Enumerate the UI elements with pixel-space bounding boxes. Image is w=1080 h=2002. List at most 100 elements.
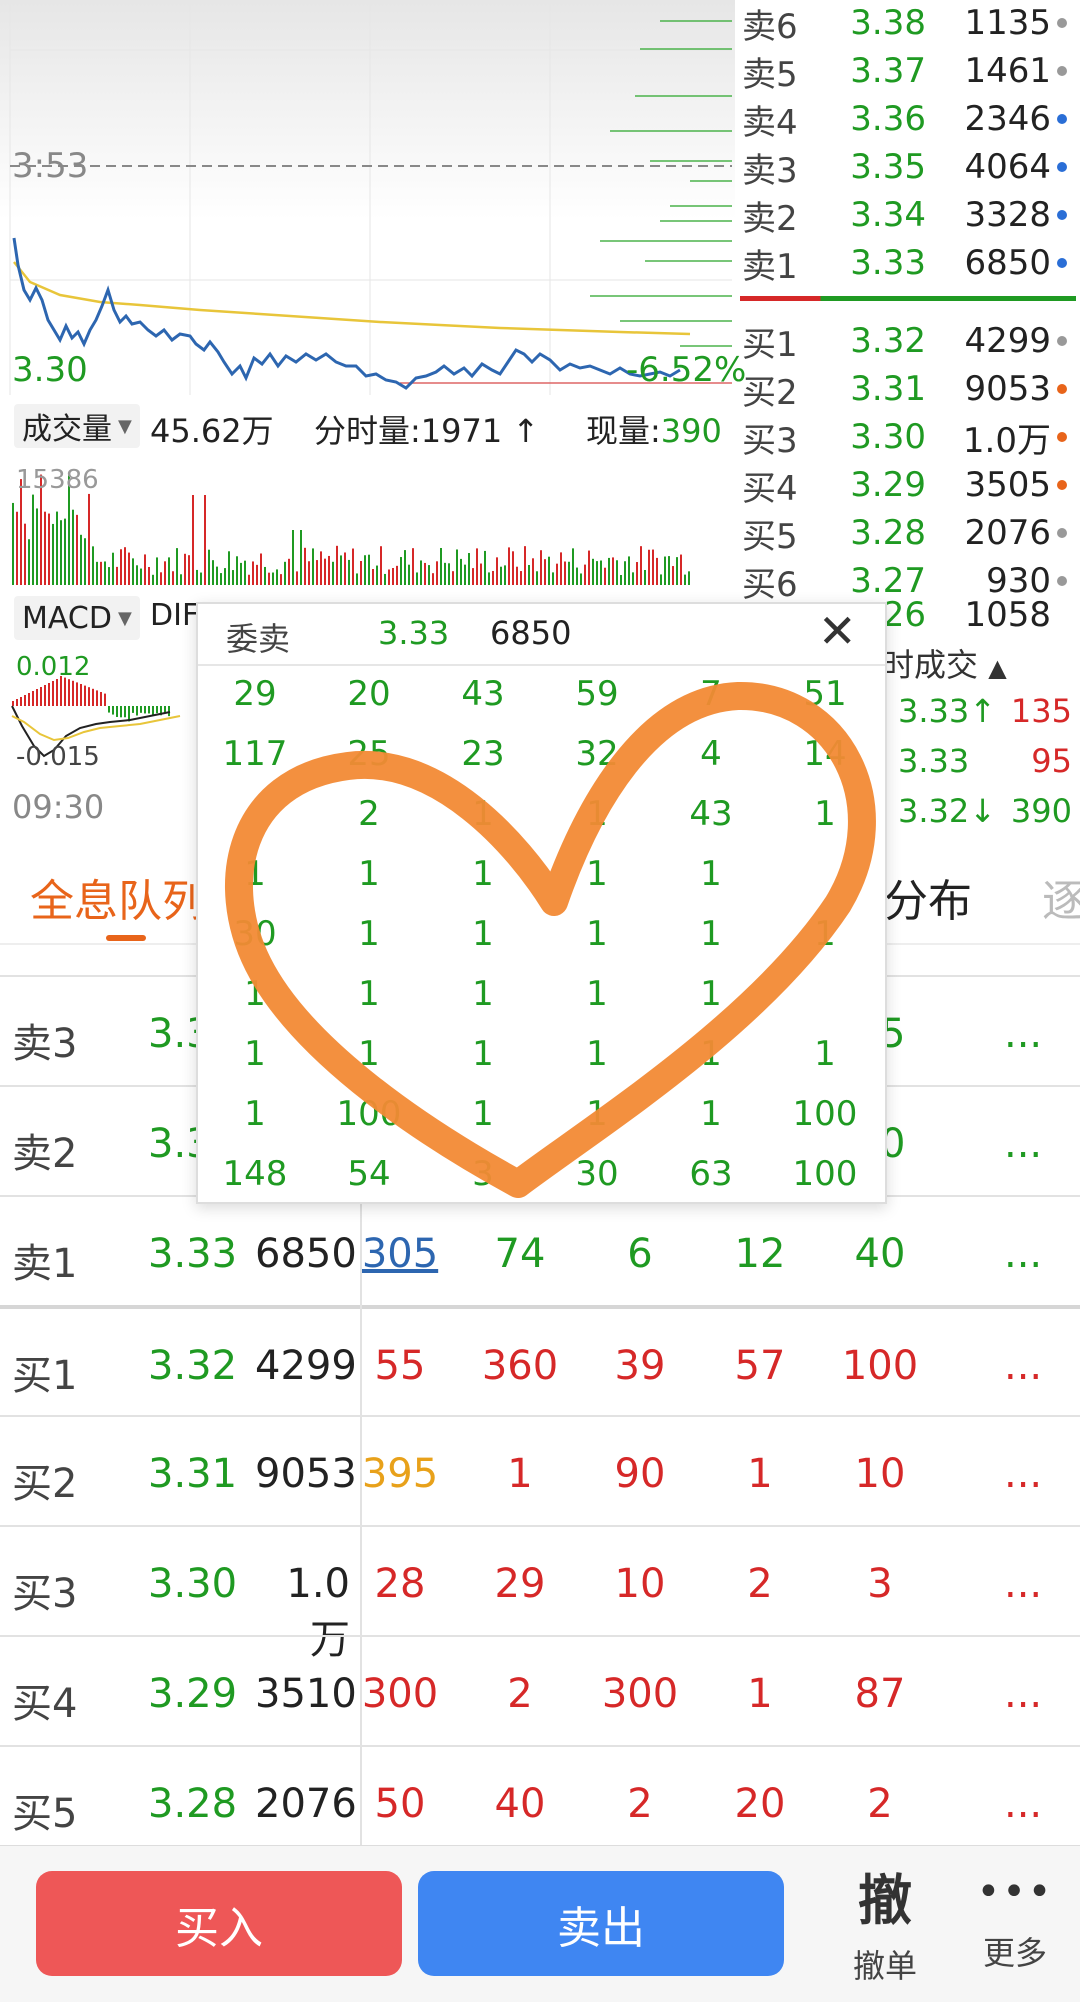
volume-bar (252, 561, 254, 585)
macd-bar (16, 699, 18, 706)
bid-row[interactable]: 买5 3.28 2076 (742, 510, 1067, 557)
queue-order-qty: 10 (854, 1451, 906, 1497)
ask-row[interactable]: 卖3 3.35 4064 (742, 144, 1067, 191)
tab-queue[interactable]: 全息队列 (30, 865, 206, 929)
volume-bar (96, 561, 98, 585)
ob-level-price: 3.36 (850, 99, 926, 139)
depth-level-label: 买1 (12, 1353, 78, 1399)
depth-more-link[interactable]: ... (1004, 1343, 1042, 1389)
macd-bar (136, 706, 138, 716)
bid-row[interactable]: 买4 3.29 3505 (742, 462, 1067, 509)
bid-row[interactable]: 买6 3.27 930 (742, 558, 1067, 605)
depth-more-link[interactable]: ... (1004, 1671, 1042, 1717)
depth-row[interactable]: 买2 3.31 9053 395 1 90 1 10... (0, 1415, 1080, 1527)
volume-bar (120, 549, 122, 585)
more-button[interactable]: ••• 更多 (960, 1856, 1070, 1996)
volume-bar (420, 560, 422, 585)
volume-bar (612, 557, 614, 585)
ask-row[interactable]: 卖2 3.34 3328 (742, 192, 1067, 239)
sell-button[interactable]: 卖出 (418, 1871, 784, 1976)
volume-bar (280, 574, 282, 585)
ask-queue-popup[interactable]: 委卖 3.33 6850 ✕ 29 20 43 59 7 51 117 25 23 32 4 14 2 1… (196, 602, 887, 1204)
dif-label: DIF (150, 598, 200, 633)
ob-level-volume: 6850 (964, 243, 1051, 283)
price-line (12, 237, 681, 390)
buy-button[interactable]: 买入 (36, 1871, 402, 1976)
volume-bar (296, 571, 298, 585)
bid-row[interactable]: 买2 3.31 9053 (742, 366, 1067, 413)
volume-bar (248, 574, 250, 585)
queue-order-qty: 57 (734, 1343, 786, 1389)
volume-bar (360, 560, 362, 585)
ob-level-label: 买3 (742, 420, 798, 461)
volume-bar (452, 571, 454, 585)
volume-bar (332, 561, 334, 585)
volume-bar (588, 550, 590, 585)
price-chart (0, 0, 735, 395)
volume-indicator-label: 成交量 (22, 412, 112, 447)
volume-bar (684, 574, 686, 585)
macd-bar (152, 706, 154, 716)
depth-more-link[interactable]: ... (1004, 1011, 1042, 1057)
ob-level-label: 卖6 (742, 6, 798, 47)
volume-bar (600, 560, 602, 585)
volume-bar (484, 550, 486, 585)
more-label: 更多 (982, 1934, 1047, 1972)
trade-volume: 95 (1031, 742, 1072, 780)
volume-bar (584, 564, 586, 585)
volume-bar (52, 523, 54, 585)
volume-bar (424, 562, 426, 585)
volume-bar (56, 511, 58, 585)
volume-bar (12, 502, 14, 585)
volume-bar (340, 555, 342, 585)
ob-level-label: 卖4 (742, 102, 798, 143)
depth-more-link[interactable]: ... (1004, 1451, 1042, 1497)
macd-indicator-selector[interactable]: MACD ▼ (14, 596, 140, 640)
cancel-order-label: 撤单 (852, 1947, 917, 1985)
trade-price: 3.33↑ (898, 692, 997, 730)
ob-level-label: 买6 (742, 564, 798, 605)
tab-tick-by-tick[interactable]: 逐 (1042, 865, 1080, 929)
volume-bar (624, 561, 626, 585)
volume-bar (180, 574, 182, 585)
ob-level-volume: 4299 (964, 321, 1051, 361)
ask-row[interactable]: 卖1 3.33 6850 (742, 240, 1067, 287)
time-start-label: 09:30 (12, 788, 105, 826)
depth-more-link[interactable]: ... (1004, 1121, 1042, 1167)
cancel-order-button[interactable]: 撤 撤单 (830, 1856, 940, 1996)
macd-bar (72, 680, 74, 706)
queue-order-qty: 50 (374, 1781, 426, 1827)
depth-row[interactable]: 买5 3.28 2076 50 40 2 20 2... (0, 1745, 1080, 1857)
tab-distribution[interactable]: 分布 (884, 865, 972, 929)
ask-row[interactable]: 卖6 3.38 1135 (742, 0, 1067, 47)
volume-bar (220, 573, 222, 585)
depth-row[interactable]: 买1 3.32 4299 55 360 39 57 100... (0, 1305, 1080, 1419)
ob-level-volume: 1135 (964, 3, 1051, 43)
macd-bar (116, 706, 118, 717)
bid-row[interactable]: 买3 3.30 1.0万 (742, 414, 1067, 461)
depth-row[interactable]: 买4 3.29 3510 300 2 300 1 87... (0, 1635, 1080, 1747)
volume-bar (632, 572, 634, 585)
ask-row[interactable]: 卖4 3.36 2346 (742, 96, 1067, 143)
volume-indicator-selector[interactable]: 成交量 ▼ (14, 404, 140, 448)
volume-bar (112, 552, 114, 585)
volume-bar (400, 557, 402, 585)
queue-order-qty[interactable]: 305 (340, 1231, 460, 1277)
queue-order-qty: 6 (627, 1231, 653, 1277)
volume-bar (92, 546, 94, 585)
depth-more-link[interactable]: ... (1004, 1781, 1042, 1827)
depth-row[interactable]: 卖1 3.33 6850 305 74 6 12 40... (0, 1195, 1080, 1307)
volume-bar (124, 547, 126, 585)
depth-row[interactable]: 买3 3.30 1.0万 28 29 10 2 3... (0, 1525, 1080, 1663)
change-percent-label: -6.52% (626, 350, 747, 390)
depth-more-link[interactable]: ... (1004, 1561, 1042, 1607)
volume-bar (488, 572, 490, 585)
macd-bar (28, 693, 30, 706)
depth-level-price: 3.28 (148, 1781, 238, 1827)
macd-bar (108, 706, 110, 713)
depth-more-link[interactable]: ... (1004, 1231, 1042, 1277)
ob-level-dot (1057, 336, 1067, 346)
bid-row[interactable]: 买1 3.32 4299 (742, 318, 1067, 365)
macd-bar (20, 697, 22, 706)
ask-row[interactable]: 卖5 3.37 1461 (742, 48, 1067, 95)
